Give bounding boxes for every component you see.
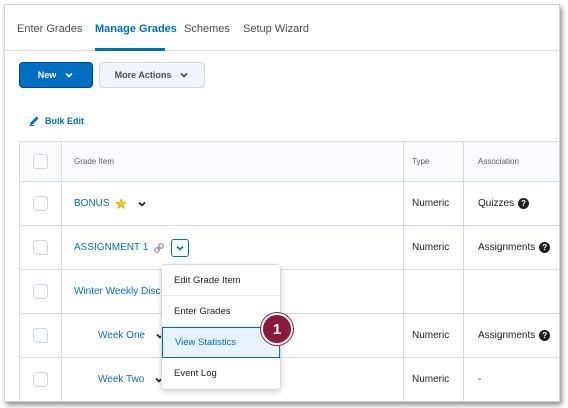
menu-item-event-log[interactable]: Event Log	[162, 358, 280, 389]
association-cell: -	[478, 374, 482, 385]
header-grade-item: Grade Item	[62, 142, 404, 181]
help-icon[interactable]: ?	[518, 198, 530, 209]
star-icon	[114, 197, 127, 209]
active-tab-indicator	[95, 48, 165, 51]
type-cell	[404, 270, 464, 313]
type-cell: Numeric	[404, 358, 464, 401]
tab-setup-wizard[interactable]: Setup Wizard	[243, 23, 309, 35]
chevron-down-icon	[137, 201, 146, 207]
grade-category-link[interactable]: Winter Weekly Discu	[74, 286, 166, 297]
type-cell: Numeric	[404, 226, 464, 269]
row-checkbox[interactable]	[33, 196, 48, 211]
association-cell: Quizzes	[478, 198, 515, 209]
table-row: Winter Weekly Discu	[20, 270, 559, 314]
grades-table: Grade Item Type Association BONUS Numeri…	[19, 141, 559, 401]
row-checkbox[interactable]	[33, 284, 48, 299]
association-cell: Assignments	[478, 330, 536, 341]
row-checkbox[interactable]	[33, 328, 48, 343]
select-all-checkbox[interactable]	[33, 154, 48, 169]
chevron-down-icon	[176, 245, 184, 251]
type-cell: Numeric	[404, 182, 464, 225]
chevron-down-icon	[65, 72, 73, 78]
bulk-edit-button[interactable]: Bulk Edit	[29, 115, 84, 126]
pencil-icon	[29, 116, 39, 126]
table-row: BONUS Numeric Quizzes ?	[20, 182, 559, 226]
new-button[interactable]: New	[19, 62, 93, 88]
context-menu-button[interactable]	[133, 195, 151, 213]
tab-manage-grades[interactable]: Manage Grades	[95, 23, 177, 35]
grade-item-link[interactable]: ASSIGNMENT 1	[74, 242, 148, 253]
row-checkbox[interactable]	[33, 240, 48, 255]
bulk-edit-label: Bulk Edit	[45, 115, 85, 126]
tab-enter-grades[interactable]: Enter Grades	[17, 23, 82, 35]
table-row: Week Two Numeric -	[20, 358, 559, 401]
more-actions-label: More Actions	[114, 70, 172, 80]
association-cell	[464, 270, 559, 313]
tab-schemes[interactable]: Schemes	[184, 23, 230, 35]
gradebook-window: Enter Grades Manage Grades Schemes Setup…	[4, 4, 560, 402]
header-type: Type	[404, 142, 464, 181]
tab-bar: Enter Grades Manage Grades Schemes Setup…	[5, 5, 559, 51]
help-icon[interactable]: ?	[539, 242, 551, 253]
header-association: Association	[478, 157, 519, 166]
type-cell: Numeric	[404, 314, 464, 357]
new-button-label: New	[37, 70, 57, 80]
grade-item-link[interactable]: Week One	[98, 330, 145, 341]
association-cell: Assignments	[478, 242, 536, 253]
table-header-row: Grade Item Type Association	[20, 142, 559, 182]
grade-item-link[interactable]: Week Two	[98, 374, 144, 385]
help-icon[interactable]: ?	[539, 330, 551, 341]
grade-item-link[interactable]: BONUS	[74, 198, 110, 209]
context-menu-button[interactable]	[171, 238, 190, 257]
link-icon	[154, 242, 165, 253]
row-checkbox[interactable]	[33, 372, 48, 387]
more-actions-button[interactable]: More Actions	[99, 62, 205, 88]
menu-item-edit-grade-item[interactable]: Edit Grade Item	[162, 265, 280, 296]
step-callout-badge: 1	[261, 313, 293, 345]
table-row: ASSIGNMENT 1 Numeric Assignments ?	[20, 226, 559, 270]
chevron-down-icon	[180, 72, 188, 78]
